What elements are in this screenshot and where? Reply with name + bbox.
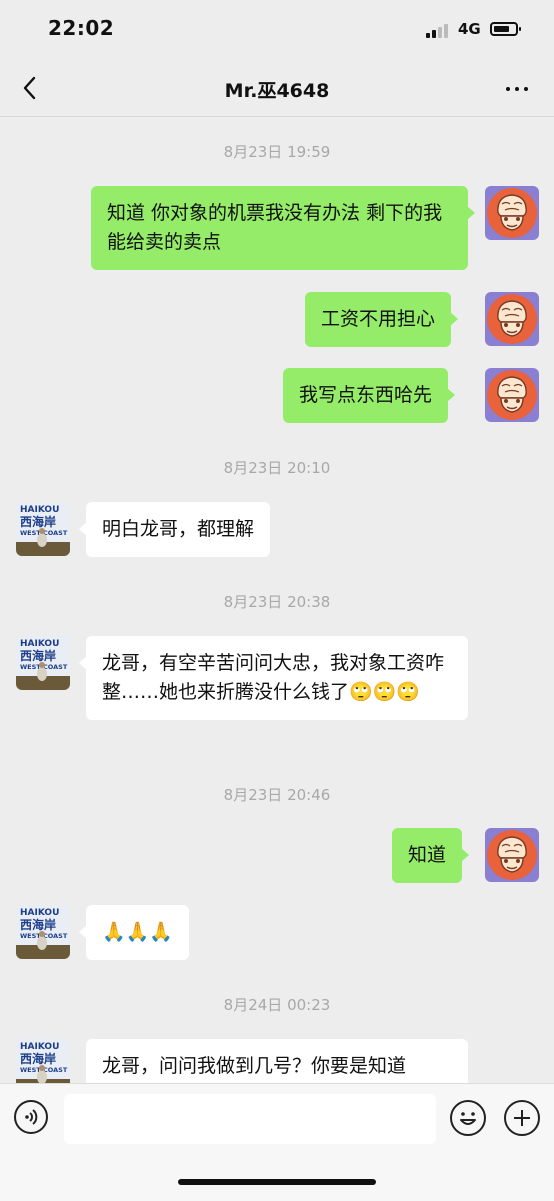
sent-message[interactable]: 知道 你对象的机票我没有办法 剩下的我能给卖的卖点: [91, 186, 475, 270]
chat-title: Mr.巫4648: [224, 80, 330, 102]
received-message[interactable]: 明白龙哥，都理解: [78, 502, 271, 557]
emoji-icon[interactable]: [450, 1100, 486, 1136]
received-message[interactable]: 龙哥，问问我做到几号？你要是知道: [86, 1039, 468, 1083]
contact-avatar[interactable]: HAIKOU 西海岸 WEST COAST: [16, 905, 70, 959]
received-message[interactable]: 龙哥，有空辛苦问问大忠，我对象工资咋整……她也来折腾没什么钱了🙄🙄🙄: [79, 636, 468, 720]
svg-text:HAIKOU: HAIKOU: [20, 1042, 59, 1052]
status-time: 22:02: [48, 16, 115, 40]
home-indicator[interactable]: [178, 1179, 376, 1185]
more-icon[interactable]: [498, 74, 538, 102]
voice-icon[interactable]: [14, 1100, 48, 1134]
status-bar: 22:02 4G: [0, 0, 554, 60]
network-type: 4G: [458, 20, 481, 38]
my-avatar[interactable]: [485, 828, 539, 882]
timestamp: 8月23日 20:10: [223, 459, 331, 477]
sent-message[interactable]: 知道: [392, 828, 470, 883]
contact-avatar[interactable]: HAIKOU 西海岸 WEST COAST: [16, 636, 70, 690]
sent-message[interactable]: 工资不用担心: [305, 292, 459, 347]
received-message[interactable]: 🙏🙏🙏: [79, 905, 189, 960]
contact-avatar[interactable]: HAIKOU 西海岸 WEST COAST: [16, 1039, 70, 1083]
message-input[interactable]: [64, 1094, 436, 1144]
svg-text:HAIKOU: HAIKOU: [20, 639, 59, 649]
battery-icon: [490, 22, 521, 36]
message-list[interactable]: 8月23日 19:59 知道 你对象的机票我没有办法 剩下的我能给卖的卖点 工资…: [0, 117, 554, 1083]
chat-header: Mr.巫4648: [0, 60, 554, 117]
my-avatar[interactable]: [485, 292, 539, 346]
plus-icon[interactable]: [504, 1100, 540, 1136]
signal-icon: [426, 22, 452, 38]
timestamp: 8月24日 00:23: [223, 996, 331, 1014]
svg-text:HAIKOU: HAIKOU: [20, 908, 59, 918]
svg-text:西海岸: 西海岸: [20, 917, 56, 932]
contact-avatar[interactable]: HAIKOU 西海岸 WEST COAST: [16, 502, 70, 556]
svg-text:西海岸: 西海岸: [20, 648, 56, 663]
svg-text:HAIKOU: HAIKOU: [20, 505, 59, 515]
my-avatar[interactable]: [485, 186, 539, 240]
svg-text:西海岸: 西海岸: [20, 1051, 56, 1066]
svg-text:西海岸: 西海岸: [20, 514, 56, 529]
sent-message[interactable]: 我写点东西哈先: [283, 368, 456, 423]
timestamp: 8月23日 19:59: [223, 143, 331, 161]
timestamp: 8月23日 20:38: [223, 593, 331, 611]
timestamp: 8月23日 20:46: [223, 786, 331, 804]
my-avatar[interactable]: [485, 368, 539, 422]
